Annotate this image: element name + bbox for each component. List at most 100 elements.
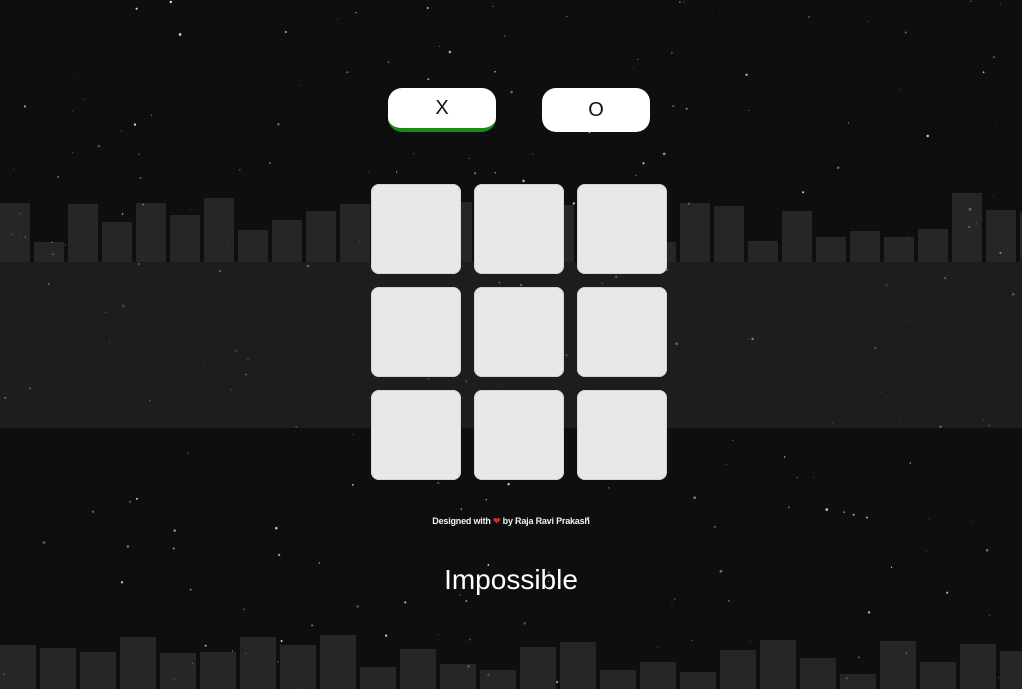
star	[985, 548, 989, 552]
star	[311, 624, 314, 627]
star	[169, 0, 173, 4]
board-cell-7[interactable]	[371, 390, 461, 480]
star	[468, 157, 470, 160]
star	[485, 499, 487, 501]
star	[719, 9, 721, 11]
star	[749, 641, 751, 643]
city-building	[340, 204, 370, 262]
star	[367, 172, 369, 174]
city-building	[68, 204, 98, 262]
game-board	[371, 184, 667, 480]
star	[384, 634, 388, 637]
star	[635, 174, 637, 177]
city-building	[884, 237, 914, 262]
city-building	[1000, 651, 1022, 689]
star	[473, 172, 477, 175]
star	[642, 162, 645, 165]
star	[268, 161, 272, 165]
star	[678, 1, 681, 3]
board-cell-3[interactable]	[577, 184, 667, 274]
board-cell-5[interactable]	[474, 287, 564, 377]
star	[136, 497, 138, 500]
star	[926, 134, 930, 138]
difficulty-selector[interactable]: Impossible	[0, 564, 1022, 596]
city-building	[816, 237, 846, 262]
board-cell-6[interactable]	[577, 287, 667, 377]
city-building	[840, 674, 876, 689]
star	[988, 615, 990, 617]
star	[151, 114, 153, 116]
star	[133, 123, 137, 126]
city-building	[920, 662, 956, 689]
city-building	[306, 211, 336, 262]
designer-credit: Designed with ❤ by Raja Ravi Prakash	[0, 516, 1022, 527]
star	[510, 90, 513, 94]
star	[280, 640, 283, 642]
city-building	[760, 640, 796, 689]
city-building	[560, 642, 596, 689]
star	[97, 145, 100, 148]
board-cell-9[interactable]	[577, 390, 667, 480]
star	[190, 209, 191, 210]
city-building	[320, 635, 356, 689]
star	[909, 462, 911, 464]
star	[532, 153, 534, 155]
star	[298, 84, 300, 86]
star	[998, 677, 1000, 679]
star	[492, 5, 494, 7]
city-building	[680, 672, 716, 689]
star	[173, 529, 176, 532]
star	[71, 110, 73, 112]
city-building	[800, 658, 836, 689]
star	[807, 93, 809, 95]
credit-author: by Raja Ravi Prakash	[502, 516, 590, 526]
board-cell-2[interactable]	[474, 184, 564, 274]
star	[337, 18, 339, 20]
board-cell-4[interactable]	[371, 287, 461, 377]
star	[351, 483, 354, 486]
board-cell-1[interactable]	[371, 184, 461, 274]
heart-icon: ❤	[493, 516, 501, 526]
city-building	[782, 211, 812, 262]
city-building	[720, 650, 756, 689]
city-building	[952, 193, 982, 262]
star	[868, 21, 869, 22]
star	[566, 15, 568, 18]
star	[301, 141, 303, 142]
player-o-button[interactable]: O	[542, 88, 650, 132]
star	[632, 68, 634, 69]
star	[836, 166, 840, 170]
city-building	[136, 203, 166, 262]
star	[672, 105, 675, 108]
star	[982, 71, 985, 74]
city-building	[238, 230, 268, 262]
star	[867, 611, 871, 614]
city-building	[170, 215, 200, 262]
star	[607, 486, 610, 489]
board-cell-8[interactable]	[474, 390, 564, 480]
star	[121, 213, 124, 215]
star	[277, 123, 280, 126]
city-building	[480, 670, 516, 689]
star	[396, 171, 398, 173]
star	[57, 176, 59, 178]
star	[970, 0, 972, 2]
city-building	[400, 649, 436, 689]
city-building	[240, 637, 276, 689]
player-x-button[interactable]: X	[388, 88, 496, 132]
star	[72, 152, 74, 154]
star	[802, 191, 805, 194]
city-building	[280, 645, 316, 689]
star	[239, 168, 241, 171]
star	[355, 12, 357, 14]
credit-prefix: Designed with	[432, 516, 491, 526]
star	[745, 73, 748, 76]
star	[42, 541, 46, 544]
star	[231, 650, 234, 652]
game-screen: X O Designed with ❤ by Raja Ravi Prakash…	[0, 0, 1022, 689]
star	[523, 622, 527, 625]
star	[404, 601, 407, 604]
star	[438, 633, 440, 635]
star	[494, 70, 496, 73]
star	[465, 600, 468, 602]
